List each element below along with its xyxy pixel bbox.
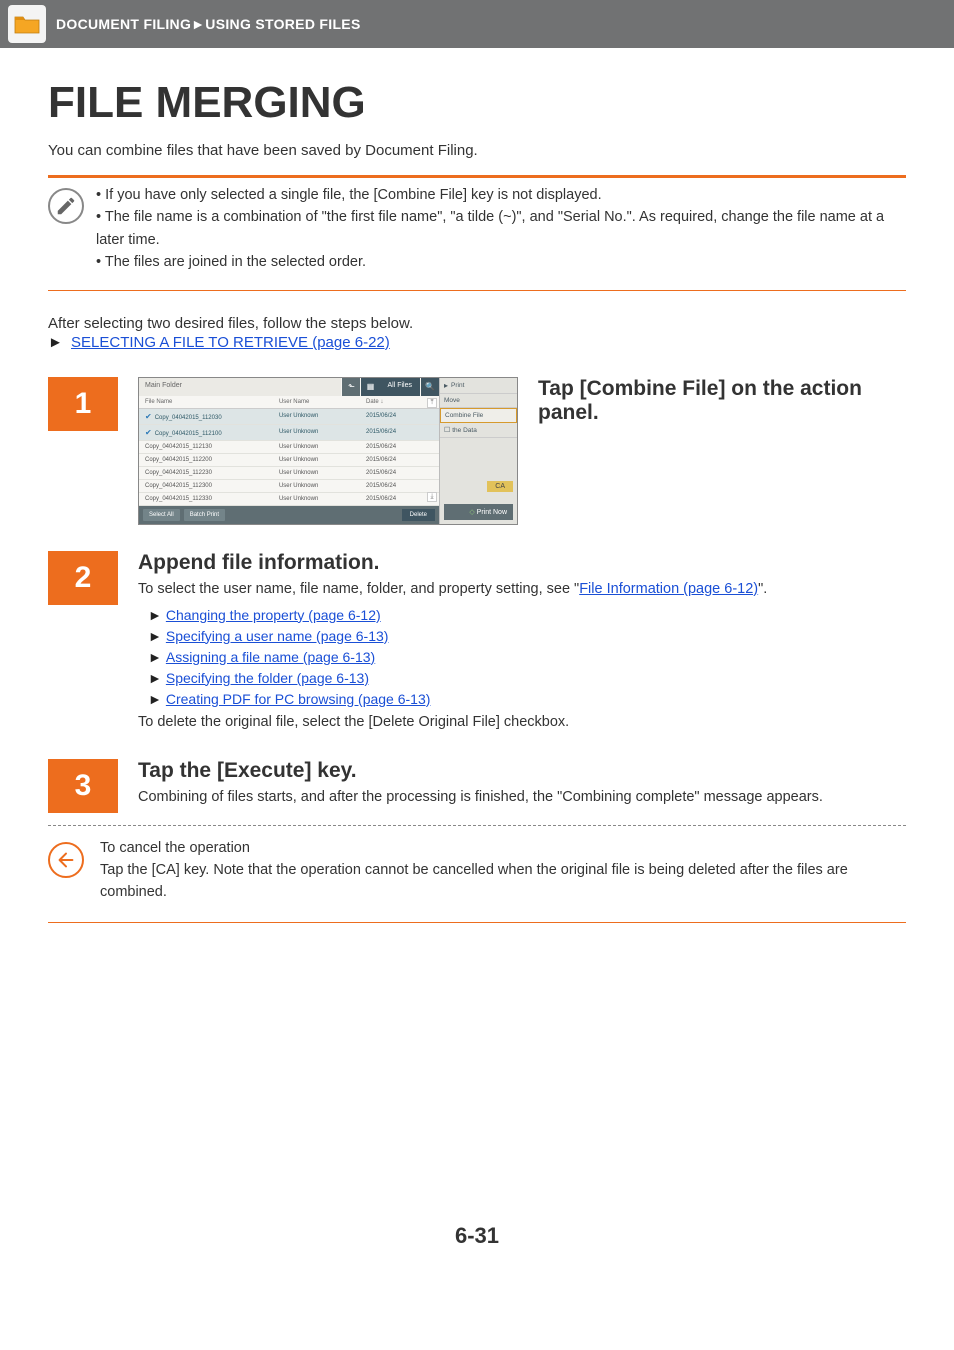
sublink[interactable]: Changing the property (page 6-12) bbox=[166, 607, 381, 623]
ap-print-now[interactable]: ◇ Print Now bbox=[444, 504, 513, 520]
cancel-title: To cancel the operation bbox=[100, 838, 906, 860]
table-row[interactable]: Copy_04042015_112230User Unknown2015/06/… bbox=[139, 467, 439, 480]
scroll-top-icon[interactable]: ⤒ bbox=[427, 398, 437, 408]
back-icon bbox=[48, 842, 84, 878]
table-row[interactable]: Copy_04042015_112200User Unknown2015/06/… bbox=[139, 454, 439, 467]
up-icon[interactable]: ⬑ bbox=[342, 378, 360, 396]
note-item: If you have only selected a single file,… bbox=[96, 184, 906, 206]
shot-mainfolder: Main Folder bbox=[139, 378, 341, 396]
tab-all-files[interactable]: All Files bbox=[379, 378, 420, 396]
step3-title: Tap the [Execute] key. bbox=[138, 759, 906, 783]
divider bbox=[48, 175, 906, 178]
step2-title: Append file information. bbox=[138, 551, 906, 575]
table-row[interactable]: Copy_04042015_112300User Unknown2015/06/… bbox=[139, 480, 439, 493]
intro-text: You can combine files that have been sav… bbox=[48, 142, 906, 159]
btn-delete[interactable]: Delete bbox=[402, 509, 435, 521]
table-row[interactable]: Copy_04042015_112330User Unknown2015/06/… bbox=[139, 493, 439, 506]
scroll-bottom-icon[interactable]: ⤓ bbox=[427, 492, 437, 502]
step-number-2: 2 bbox=[48, 551, 118, 605]
table-row[interactable]: Copy_04042015_112130User Unknown2015/06/… bbox=[139, 441, 439, 454]
folder-icon bbox=[8, 5, 46, 43]
step2-text: To select the user name, file name, fold… bbox=[138, 579, 906, 601]
ap-combine[interactable]: Combine File bbox=[440, 408, 517, 423]
table-row[interactable]: ✔Copy_04042015_112100User Unknown2015/06… bbox=[139, 425, 439, 441]
page-title: FILE MERGING bbox=[48, 78, 906, 128]
note-item: The file name is a combination of "the f… bbox=[96, 206, 906, 251]
sublink[interactable]: Assigning a file name (page 6-13) bbox=[166, 649, 375, 665]
doc-header: DOCUMENT FILING►USING STORED FILES bbox=[0, 0, 954, 48]
step-number-1: 1 bbox=[48, 377, 118, 431]
pencil-icon bbox=[48, 188, 84, 224]
step2-delete-text: To delete the original file, select the … bbox=[138, 712, 906, 734]
grid-icon[interactable]: ▦ bbox=[361, 378, 379, 396]
select-file-link[interactable]: SELECTING A FILE TO RETRIEVE (page 6-22) bbox=[71, 334, 390, 351]
page-number: 6-31 bbox=[48, 1223, 906, 1249]
ap-move[interactable]: Move bbox=[440, 394, 517, 408]
device-screenshot: ▸Print Move Combine File the Data CA ◇ P… bbox=[138, 377, 518, 525]
ap-ca[interactable]: CA bbox=[487, 481, 513, 492]
dashed-divider bbox=[48, 825, 906, 826]
step-number-3: 3 bbox=[48, 759, 118, 813]
step3-text: Combining of files starts, and after the… bbox=[138, 787, 906, 809]
divider bbox=[48, 922, 906, 923]
search-icon[interactable]: 🔍 bbox=[421, 378, 439, 396]
btn-batch-print[interactable]: Batch Print bbox=[184, 509, 225, 521]
cancel-text: Tap the [CA] key. Note that the operatio… bbox=[100, 860, 906, 904]
table-row[interactable]: ✔Copy_04042015_112030User Unknown2015/06… bbox=[139, 409, 439, 425]
file-info-link[interactable]: File Information (page 6-12) bbox=[579, 581, 758, 597]
col-date[interactable]: Date ↓ bbox=[366, 399, 433, 405]
after-select-text: After selecting two desired files, follo… bbox=[48, 315, 906, 332]
sublink[interactable]: Specifying a user name (page 6-13) bbox=[166, 628, 389, 644]
step1-title: Tap [Combine File] on the action panel. bbox=[538, 377, 906, 425]
sublink[interactable]: Specifying the folder (page 6-13) bbox=[166, 670, 369, 686]
sublink[interactable]: Creating PDF for PC browsing (page 6-13) bbox=[166, 691, 431, 707]
notes-list: If you have only selected a single file,… bbox=[96, 184, 906, 274]
ap-print[interactable]: Print bbox=[451, 382, 464, 389]
divider bbox=[48, 290, 906, 291]
col-file[interactable]: File Name bbox=[145, 399, 279, 405]
note-item: The files are joined in the selected ord… bbox=[96, 251, 906, 273]
col-user[interactable]: User Name bbox=[279, 399, 366, 405]
breadcrumb: DOCUMENT FILING►USING STORED FILES bbox=[56, 16, 361, 32]
btn-select-all[interactable]: Select All bbox=[143, 509, 180, 521]
play-icon: ► bbox=[48, 334, 63, 351]
ap-thedata[interactable]: the Data bbox=[440, 423, 517, 438]
